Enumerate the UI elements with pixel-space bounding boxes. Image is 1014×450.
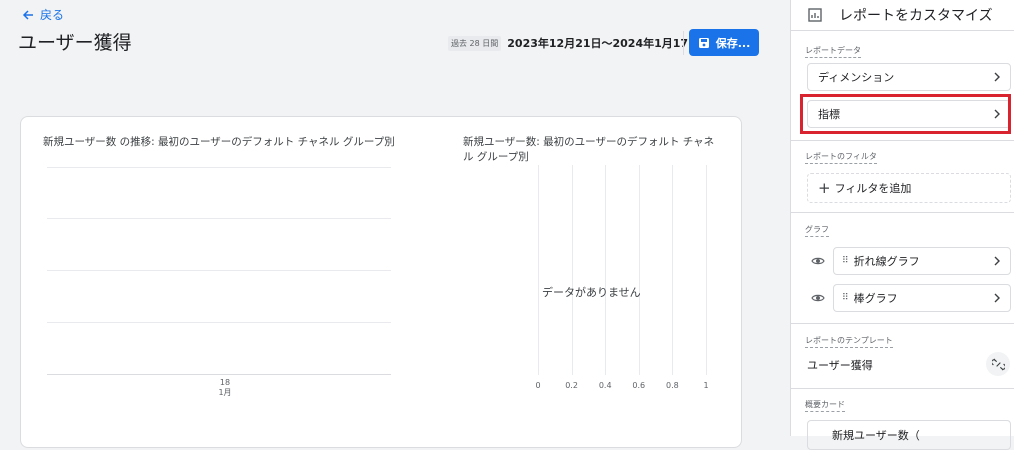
line-chart-gridline <box>47 218 391 219</box>
bar-chart-gridline <box>571 165 573 375</box>
bar-chart-gridline <box>638 165 640 375</box>
plus-icon: + <box>818 178 831 197</box>
dimension-row[interactable]: ディメンション <box>807 63 1011 91</box>
section-label-filter: レポートのフィルタ <box>805 151 877 164</box>
unlink-template-button[interactable] <box>986 352 1010 376</box>
overview-card[interactable]: 新規ユーザー数（ <box>807 420 1011 450</box>
no-data-message: データがありません <box>542 286 641 299</box>
add-filter-button[interactable]: + フィルタを追加 <box>807 173 1011 203</box>
line-graph-label: 折れ線グラフ <box>853 255 920 268</box>
section-divider <box>791 140 1014 141</box>
main-area: 戻る ユーザー獲得 過去 28 日間 2023年12月21日～2024年1月17… <box>0 0 790 448</box>
x-tick-day: 18 <box>219 378 231 387</box>
bar-x-tick: 0 <box>535 381 541 390</box>
line-chart-gridline <box>47 270 391 271</box>
date-range-value: 2023年12月21日～2024年1月17日 <box>507 37 700 50</box>
bar-chart-title-line1: 新規ユーザー数: 最初のユーザーのデフォルト チャネ <box>463 136 715 148</box>
section-divider <box>791 212 1014 213</box>
section-divider <box>791 388 1014 389</box>
bar-chart-gridline <box>538 165 539 375</box>
back-label: 戻る <box>40 8 65 22</box>
save-icon <box>698 37 709 48</box>
date-range-picker[interactable]: 過去 28 日間 2023年12月21日～2024年1月17日 <box>448 35 699 51</box>
eye-icon[interactable] <box>811 291 825 305</box>
report-edit-icon <box>808 8 822 22</box>
date-period-label: 過去 28 日間 <box>448 35 502 51</box>
customize-sidebar: レポートをカスタマイズ レポートデータ ディメンション 指標 レポートのフィルタ… <box>790 0 1014 450</box>
bar-graph-label: 棒グラフ <box>853 292 898 305</box>
section-label-template: レポートのテンプレート <box>805 335 893 348</box>
section-label-overview: 概要カード <box>805 399 845 412</box>
line-chart-gridline <box>47 322 391 323</box>
bar-chart-gridline <box>605 165 607 375</box>
chevron-right-icon <box>994 256 1000 266</box>
divider <box>683 31 684 55</box>
highlight-box <box>800 94 1011 134</box>
arrow-left-icon <box>22 9 33 20</box>
eye-icon[interactable] <box>811 254 825 268</box>
chevron-right-icon <box>994 293 1000 303</box>
bar-chart-title-line2: ル グループ別 <box>463 151 529 163</box>
x-tick-month: 1月 <box>218 388 232 397</box>
drag-handle-icon[interactable]: ⠿ <box>842 256 849 266</box>
bar-graph-row[interactable]: ⠿ 棒グラフ <box>833 284 1011 312</box>
sidebar-header: レポートをカスタマイズ <box>791 0 1014 31</box>
section-divider <box>791 323 1014 324</box>
line-chart-title: 新規ユーザー数 の推移: 最初のユーザーのデフォルト チャネル グループ別 <box>43 136 395 148</box>
drag-handle-icon[interactable]: ⠿ <box>842 293 849 303</box>
bar-chart-gridline <box>672 165 674 375</box>
section-label-graph: グラフ <box>805 224 829 237</box>
add-filter-label: フィルタを追加 <box>834 182 912 195</box>
chart-card: 新規ユーザー数 の推移: 最初のユーザーのデフォルト チャネル グループ別 18… <box>20 116 742 448</box>
template-name: ユーザー獲得 <box>807 359 873 372</box>
bar-x-tick: 0.8 <box>666 381 679 390</box>
bar-x-tick: 0.4 <box>598 381 612 390</box>
back-link[interactable]: 戻る <box>22 6 64 23</box>
save-label: 保存... <box>715 36 751 50</box>
line-chart-gridline <box>47 167 391 168</box>
line-graph-row[interactable]: ⠿ 折れ線グラフ <box>833 247 1011 275</box>
chevron-right-icon <box>994 72 1000 82</box>
save-button[interactable]: 保存... <box>689 29 759 56</box>
section-label-report-data: レポートデータ <box>805 45 861 58</box>
line-chart-baseline <box>47 374 391 375</box>
bar-x-tick: 0.6 <box>632 381 646 390</box>
bar-chart-gridline <box>706 165 707 375</box>
bar-x-tick: 1 <box>703 381 709 390</box>
bar-x-tick: 0.2 <box>565 381 578 390</box>
page-title: ユーザー獲得 <box>18 32 132 54</box>
sidebar-title: レポートをカスタマイズ <box>839 8 993 24</box>
dimension-label: ディメンション <box>818 71 895 84</box>
link-off-icon <box>991 358 1005 370</box>
